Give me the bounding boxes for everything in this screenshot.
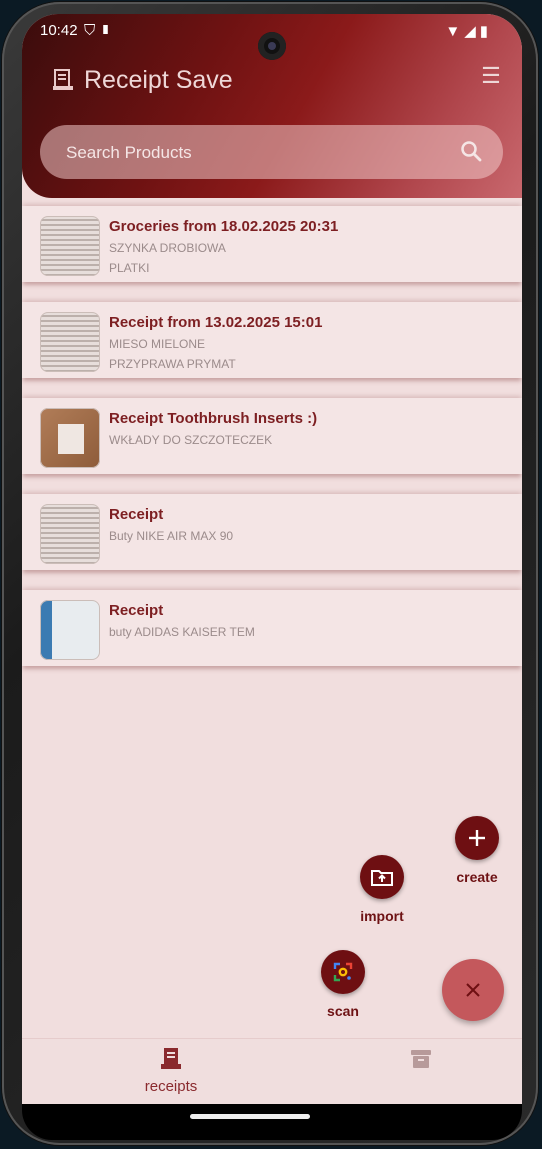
search-input[interactable] — [40, 125, 448, 181]
receipt-card[interactable]: Groceries from 18.02.2025 20:31 SZYNKA D… — [22, 206, 522, 282]
app-header: 10:42 ⛉ ▮ ▼◢▮ Receipt Save ☰ — [22, 14, 522, 198]
receipt-title: Receipt Toothbrush Inserts :) — [109, 410, 318, 427]
close-fab-button[interactable] — [442, 959, 504, 1021]
receipt-icon — [50, 67, 76, 93]
bottom-bezel — [22, 1104, 522, 1140]
receipt-item: PRZYPRAWA PRYMAT — [109, 357, 236, 371]
scan-label[interactable]: scan — [308, 1003, 378, 1019]
import-label[interactable]: import — [347, 908, 417, 924]
app-screen: 10:42 ⛉ ▮ ▼◢▮ Receipt Save ☰ Groceries f… — [22, 14, 522, 1104]
receipt-card[interactable]: Receipt from 13.02.2025 15:01 MIESO MIEL… — [22, 302, 522, 378]
receipt-thumbnail — [40, 504, 100, 564]
status-time: 10:42 — [40, 22, 78, 39]
nav-label-receipts: receipts — [144, 1078, 198, 1095]
bottom-navigation: receipts — [22, 1038, 522, 1104]
lens-icon — [333, 962, 353, 982]
import-button[interactable] — [360, 855, 404, 899]
status-notification-icons: ⛉ ▮ — [84, 22, 112, 39]
archive-icon — [411, 1050, 431, 1068]
create-label[interactable]: create — [442, 869, 512, 885]
receipt-card[interactable]: Receipt Buty NIKE AIR MAX 90 — [22, 494, 522, 570]
receipt-title: Receipt from 13.02.2025 15:01 — [109, 314, 323, 331]
receipt-title: Groceries from 18.02.2025 20:31 — [109, 218, 339, 235]
create-button[interactable] — [455, 816, 499, 860]
receipt-item: PLATKI — [109, 261, 150, 275]
receipt-item: SZYNKA DROBIOWA — [109, 241, 226, 255]
receipt-title: Receipt — [109, 506, 164, 523]
receipt-card[interactable]: Receipt Toothbrush Inserts :) WKŁADY DO … — [22, 398, 522, 474]
scan-button[interactable] — [321, 950, 365, 994]
close-icon — [466, 983, 480, 997]
receipt-item: WKŁADY DO SZCZOTECZEK — [109, 433, 273, 447]
status-system-icons: ▼◢▮ — [445, 23, 492, 40]
receipt-card[interactable]: Receipt buty ADIDAS KAISER TEM — [22, 590, 522, 666]
search-bar[interactable] — [40, 125, 503, 181]
nav-item-receipts[interactable]: receipts — [111, 1047, 231, 1095]
receipt-item: buty ADIDAS KAISER TEM — [109, 625, 255, 639]
receipt-item: MIESO MIELONE — [109, 337, 206, 351]
receipt-icon — [161, 1048, 181, 1069]
app-bar: Receipt Save — [50, 60, 233, 100]
search-icon[interactable] — [459, 139, 483, 163]
receipt-thumbnail — [40, 216, 100, 276]
app-title: Receipt Save — [84, 65, 233, 94]
folder-upload-icon — [371, 870, 393, 886]
front-camera — [258, 32, 286, 60]
receipt-thumbnail — [40, 312, 100, 372]
receipt-item: Buty NIKE AIR MAX 90 — [109, 529, 234, 543]
receipt-thumbnail — [40, 408, 100, 468]
home-indicator[interactable] — [190, 1114, 310, 1119]
receipt-thumbnail — [40, 600, 100, 660]
nav-item-archive[interactable] — [361, 1047, 481, 1076]
menu-icon[interactable]: ☰ — [480, 65, 502, 87]
plus-icon — [469, 830, 485, 846]
receipt-title: Receipt — [109, 602, 164, 619]
